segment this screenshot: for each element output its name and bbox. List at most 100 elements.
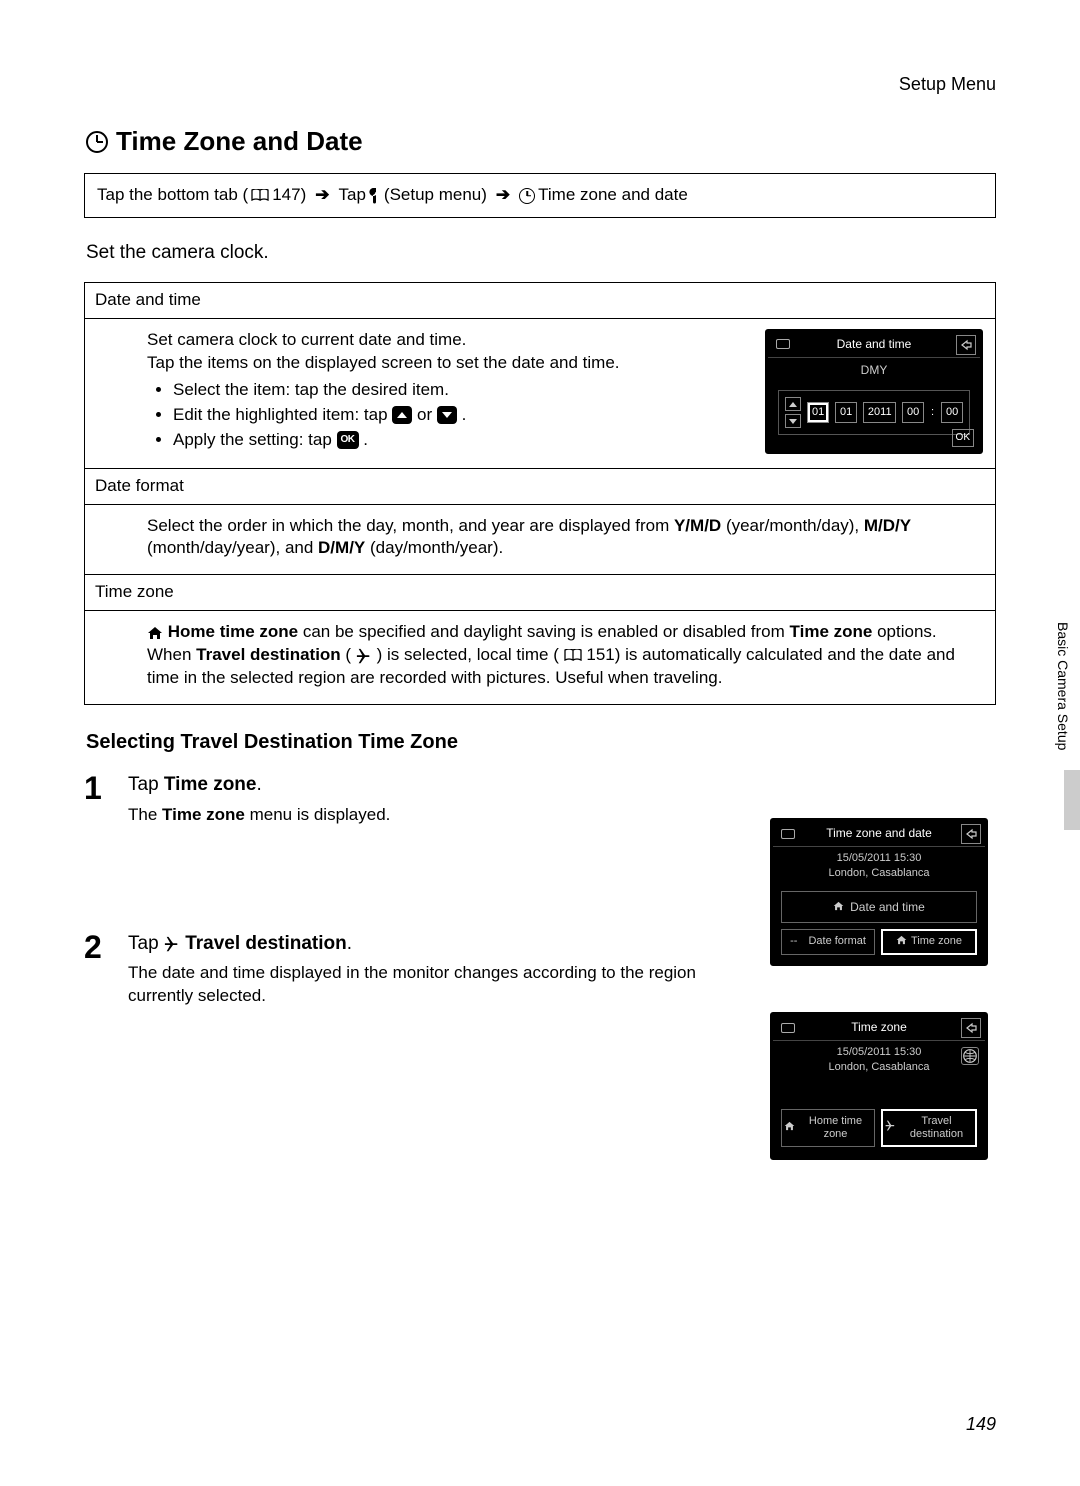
colon: : [930,405,935,420]
opt1-bullet: Apply the setting: tap OK . [173,429,749,452]
home-icon [147,626,163,640]
home-icon [833,899,844,915]
screen-day[interactable]: 01 [807,402,829,423]
options-table: Date and time Set camera clock to curren… [84,282,996,705]
option-body-date-format: Select the order in which the day, month… [85,505,995,575]
txt: -- [790,935,797,948]
screen-btn-home-time-zone[interactable]: Home time zone [781,1109,875,1147]
screen-title: Date and time [837,336,912,352]
header-setup-menu: Setup Menu [84,72,996,96]
camera-screen-time-zone: Time zone 15/05/2011 15:30 London, Casab… [770,1012,988,1160]
section-title-text: Time Zone and Date [116,124,363,159]
screen-title: Time zone and date [826,825,932,841]
back-icon[interactable] [961,824,981,844]
opt1-bullet: Select the item: tap the desired item. [173,379,749,402]
option-body-date-and-time: Set camera clock to current date and tim… [147,329,749,454]
txt: (day/month/year). [370,538,503,557]
breadcrumb-text: Time zone and date [538,184,688,207]
globe-icon[interactable] [961,1047,979,1065]
txt: Home time zone [799,1115,872,1141]
txt: Select the order in which the day, month… [147,516,674,535]
txt-bold: Travel destination [185,933,347,954]
screen-datetime: 15/05/2011 15:30 [773,851,985,866]
screen-btn-time-zone[interactable]: Time zone [881,929,977,955]
indicator-icon [781,1023,795,1033]
txt: . [347,933,352,954]
option-head-date-format: Date format [85,468,995,505]
screen-dmy: DMY [768,358,980,384]
book-icon [564,649,582,663]
breadcrumb-box: Tap the bottom tab ( 147) ➔ Tap (Setup m… [84,173,996,218]
step-desc: The date and time displayed in the monit… [128,962,996,1008]
txt: Tap [128,933,164,954]
txt: ) is selected, local time ( [377,645,559,664]
back-icon[interactable] [961,1018,981,1038]
screen-min[interactable]: 00 [941,402,963,423]
txt-bold: Y/M/D [674,516,721,535]
section-title: Time Zone and Date [86,124,996,159]
txt: The [128,805,162,824]
txt-bold: Time zone [790,622,873,641]
down-arrow-icon[interactable] [785,414,801,428]
up-arrow-icon[interactable] [785,397,801,411]
down-button-icon [437,406,457,424]
screen-btn-date-format[interactable]: -- Date format [781,929,875,955]
screen-date-row[interactable]: 01 01 2011 00 : 00 [778,390,970,435]
breadcrumb-text: Tap the bottom tab ( [97,184,248,207]
indicator-icon [781,829,795,839]
breadcrumb-ref: 147) [272,184,306,207]
screen-datetime: 15/05/2011 15:30 [773,1045,985,1060]
txt: . [256,774,261,795]
txt-bold: Time zone [164,774,257,795]
txt-bold: Time zone [162,805,245,824]
txt: . [462,405,467,424]
txt: Time zone [911,935,962,948]
home-icon [784,1121,795,1135]
screen-ok-button[interactable]: OK [952,429,974,447]
side-tab-label: Basic Camera Setup [1045,610,1080,762]
camera-screen-date-and-time: Date and time DMY 01 01 2011 00 : 00 O [765,329,983,454]
step-number: 2 [84,931,110,1009]
indicator-icon [776,339,790,349]
txt: Date format [808,935,865,948]
option-head-time-zone: Time zone [85,574,995,611]
clock-icon [86,131,108,153]
txt: Tap [128,774,164,795]
txt: . [363,430,368,449]
camera-screen-tz-and-date: Time zone and date 15/05/2011 15:30 Lond… [770,818,988,966]
breadcrumb-text: (Setup menu) [384,184,487,207]
screen-month[interactable]: 01 [835,402,857,423]
txt-bold: Home time zone [168,622,298,641]
txt: Apply the setting: tap [173,430,337,449]
txt: ( [345,645,351,664]
plane-icon [164,936,180,952]
txt: Edit the highlighted item: tap [173,405,392,424]
page-number: 149 [966,1412,996,1436]
txt: can be specified and daylight saving is … [303,622,790,641]
clock-icon [519,188,535,204]
home-icon [896,935,907,949]
txt-bold: Travel destination [196,645,341,664]
back-icon[interactable] [956,335,976,355]
up-button-icon [392,406,412,424]
txt: Date and time [850,899,925,915]
breadcrumb-text: Tap [338,184,365,207]
txt: menu is displayed. [250,805,391,824]
plane-icon [356,648,372,664]
opt1-line: Set camera clock to current date and tim… [147,329,749,352]
screen-btn-date-and-time[interactable]: Date and time [781,891,977,923]
txt: (month/day/year), and [147,538,318,557]
wrench-icon [369,188,381,204]
screen-title: Time zone [851,1019,907,1035]
opt1-bullet: Edit the highlighted item: tap or . [173,404,749,427]
screen-hour[interactable]: 00 [902,402,924,423]
step-number: 1 [84,772,110,827]
screen-location: London, Casablanca [773,866,985,881]
screen-year[interactable]: 2011 [863,402,896,423]
arrow-icon: ➔ [309,184,335,207]
screen-btn-travel-destination[interactable]: Travel destination [881,1109,977,1147]
txt: (year/month/day), [726,516,864,535]
step-title: Tap Time zone. [128,772,996,798]
option-body-time-zone: Home time zone can be specified and dayl… [85,611,995,704]
txt-bold: M/D/Y [864,516,911,535]
